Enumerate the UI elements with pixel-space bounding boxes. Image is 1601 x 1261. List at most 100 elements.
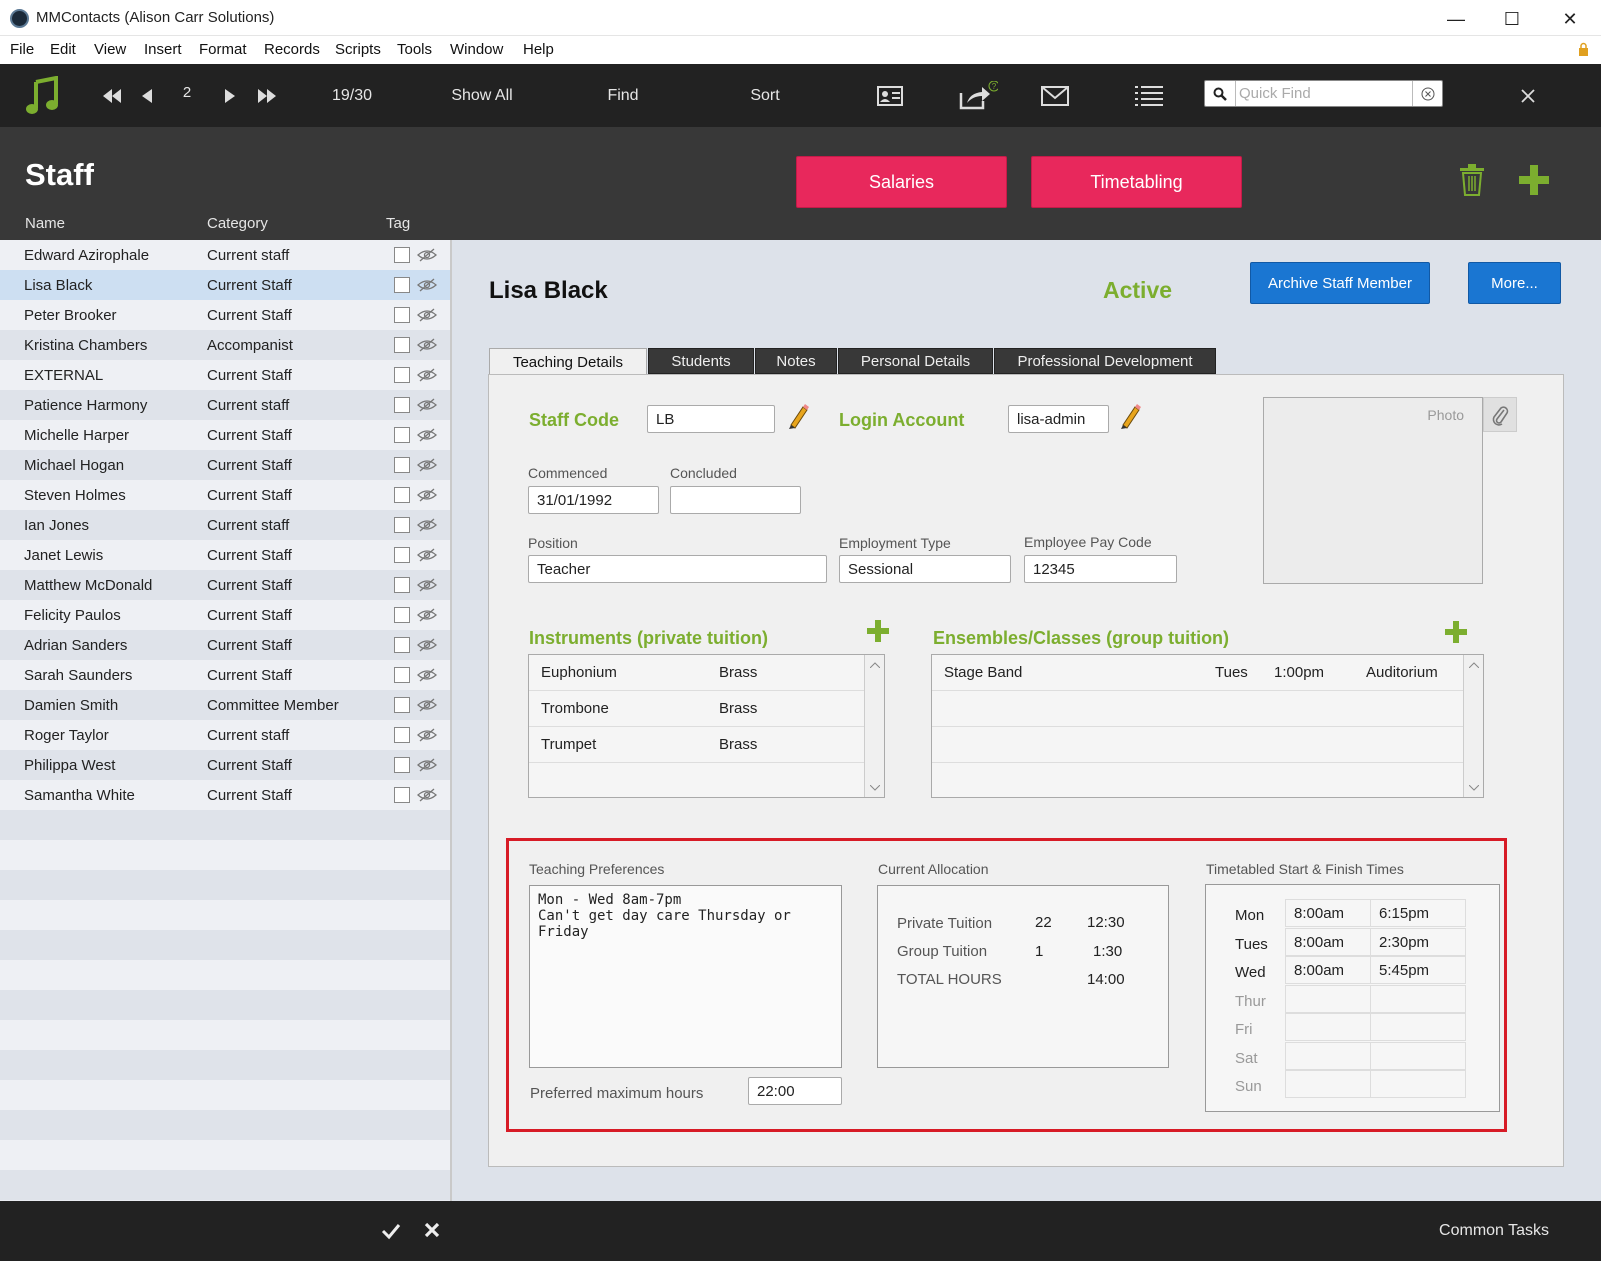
timetable-start-field[interactable] (1285, 1070, 1371, 1098)
ensembles-scrollbar[interactable] (1463, 655, 1483, 797)
timetable-finish-field[interactable] (1370, 984, 1466, 1013)
scroll-down-icon[interactable] (867, 780, 882, 795)
tag-checkbox[interactable] (394, 727, 410, 743)
hidden-eye-icon[interactable] (417, 457, 437, 473)
tab-teaching-details[interactable]: Teaching Details (489, 348, 647, 375)
menu-insert[interactable]: Insert (144, 41, 182, 58)
timetable-finish-field[interactable]: 6:15pm (1370, 899, 1466, 927)
pay-code-field[interactable]: 12345 (1024, 555, 1177, 583)
list-item[interactable]: Euphonium Brass (529, 655, 865, 691)
hidden-eye-icon[interactable] (417, 487, 437, 503)
clear-search-icon[interactable] (1412, 81, 1442, 106)
table-row[interactable]: Kristina Chambers Accompanist (0, 330, 450, 360)
hidden-eye-icon[interactable] (417, 607, 437, 623)
hidden-eye-icon[interactable] (417, 547, 437, 563)
timetable-start-field[interactable]: 8:00am (1285, 956, 1371, 984)
edit-login-account-icon[interactable] (1119, 403, 1141, 429)
hidden-eye-icon[interactable] (417, 637, 437, 653)
instruments-scrollbar[interactable] (864, 655, 884, 797)
list-item[interactable] (932, 763, 1464, 799)
menu-window[interactable]: Window (450, 41, 503, 58)
first-record-icon[interactable] (101, 64, 123, 127)
tag-checkbox[interactable] (394, 667, 410, 683)
more-button[interactable]: More... (1468, 262, 1561, 304)
hidden-eye-icon[interactable] (417, 727, 437, 743)
timetable-start-field[interactable]: 8:00am (1285, 899, 1371, 927)
close-icon[interactable] (1516, 64, 1540, 127)
timetable-finish-field[interactable] (1370, 1041, 1466, 1070)
table-row[interactable]: EXTERNAL Current Staff (0, 360, 450, 390)
tab-professional-development[interactable]: Professional Development (994, 348, 1216, 374)
contact-card-icon[interactable] (875, 64, 905, 127)
paperclip-icon[interactable] (1483, 397, 1517, 432)
timetable-start-field[interactable] (1285, 1013, 1371, 1041)
hidden-eye-icon[interactable] (417, 247, 437, 263)
tag-checkbox[interactable] (394, 307, 410, 323)
table-row[interactable]: Matthew McDonald Current Staff (0, 570, 450, 600)
tag-checkbox[interactable] (394, 457, 410, 473)
table-row[interactable]: Edward Azirophale Current staff (0, 240, 450, 270)
column-header-tag[interactable]: Tag (386, 215, 410, 232)
table-row[interactable]: Roger Taylor Current staff (0, 720, 450, 750)
timetable-finish-field[interactable]: 2:30pm (1370, 927, 1466, 956)
timetable-finish-field[interactable]: 5:45pm (1370, 956, 1466, 984)
tag-checkbox[interactable] (394, 367, 410, 383)
hidden-eye-icon[interactable] (417, 517, 437, 533)
tag-checkbox[interactable] (394, 697, 410, 713)
tag-checkbox[interactable] (394, 337, 410, 353)
table-row[interactable]: Ian Jones Current staff (0, 510, 450, 540)
close-window-button[interactable]: ✕ (1547, 6, 1593, 32)
hidden-eye-icon[interactable] (417, 757, 437, 773)
menu-tools[interactable]: Tools (397, 41, 432, 58)
hidden-eye-icon[interactable] (417, 577, 437, 593)
tag-checkbox[interactable] (394, 787, 410, 803)
list-item[interactable]: Stage Band Tues 1:00pm Auditorium (932, 655, 1464, 691)
hidden-eye-icon[interactable] (417, 337, 437, 353)
scroll-up-icon[interactable] (867, 657, 882, 672)
tag-checkbox[interactable] (394, 427, 410, 443)
hidden-eye-icon[interactable] (417, 307, 437, 323)
menu-view[interactable]: View (94, 41, 126, 58)
menu-help[interactable]: Help (523, 41, 554, 58)
list-item[interactable]: Trumpet Brass (529, 727, 865, 763)
table-row[interactable]: Patience Harmony Current staff (0, 390, 450, 420)
list-item[interactable] (529, 763, 865, 799)
common-tasks-button[interactable]: Common Tasks (1439, 1222, 1549, 1240)
minimize-button[interactable]: — (1433, 6, 1479, 32)
add-ensemble-icon[interactable] (1445, 621, 1467, 643)
tag-checkbox[interactable] (394, 487, 410, 503)
salaries-button[interactable]: Salaries (796, 156, 1007, 208)
table-row[interactable]: Samantha White Current Staff (0, 780, 450, 810)
table-row[interactable]: Damien Smith Committee Member (0, 690, 450, 720)
table-row[interactable]: Michelle Harper Current Staff (0, 420, 450, 450)
scroll-down-icon[interactable] (1466, 780, 1481, 795)
timetable-finish-field[interactable] (1370, 1070, 1466, 1098)
search-icon[interactable] (1205, 81, 1236, 106)
list-item[interactable]: Trombone Brass (529, 691, 865, 727)
tag-checkbox[interactable] (394, 547, 410, 563)
maximize-button[interactable]: ☐ (1489, 6, 1535, 32)
tab-notes[interactable]: Notes (755, 348, 837, 374)
table-row[interactable]: Peter Brooker Current Staff (0, 300, 450, 330)
tag-checkbox[interactable] (394, 517, 410, 533)
timetabling-button[interactable]: Timetabling (1031, 156, 1242, 208)
concluded-field[interactable] (670, 486, 801, 514)
add-instrument-icon[interactable] (867, 620, 889, 642)
pref-max-hours-field[interactable]: 22:00 (748, 1077, 842, 1105)
login-account-field[interactable]: lisa-admin (1008, 405, 1109, 433)
table-row[interactable]: Sarah Saunders Current Staff (0, 660, 450, 690)
table-row[interactable]: Michael Hogan Current Staff (0, 450, 450, 480)
trash-icon[interactable] (1460, 164, 1484, 196)
list-item[interactable] (932, 727, 1464, 763)
hidden-eye-icon[interactable] (417, 697, 437, 713)
scroll-up-icon[interactable] (1466, 657, 1481, 672)
hidden-eye-icon[interactable] (417, 277, 437, 293)
quick-find-input[interactable] (1239, 83, 1409, 104)
photo-container[interactable]: Photo (1263, 397, 1483, 584)
timetable-start-field[interactable]: 8:00am (1285, 927, 1371, 956)
cancel-icon[interactable] (424, 1222, 442, 1240)
list-item[interactable] (932, 691, 1464, 727)
list-view-icon[interactable] (1134, 64, 1164, 127)
find-button[interactable]: Find (598, 64, 648, 127)
table-row[interactable]: Janet Lewis Current Staff (0, 540, 450, 570)
